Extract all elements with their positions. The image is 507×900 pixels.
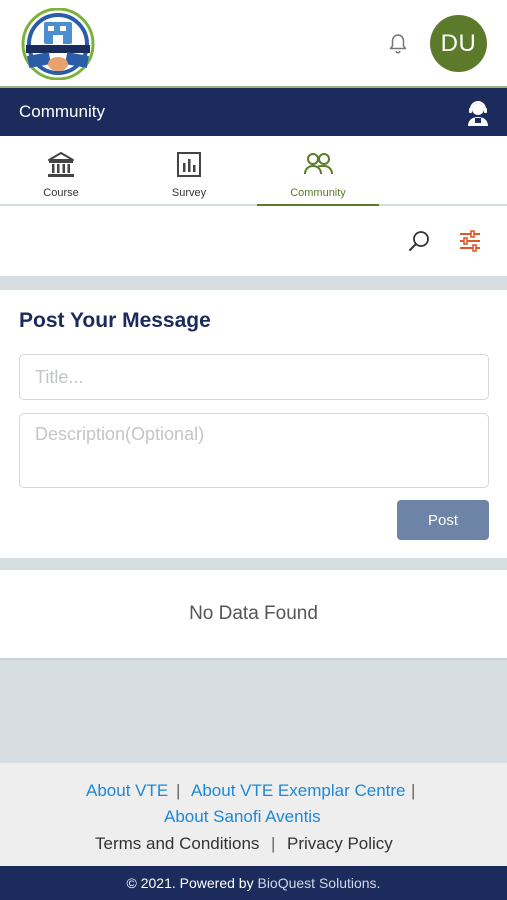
tab-course-label: Course [43,187,79,199]
tab-course[interactable]: Course [0,136,122,206]
sliders-icon[interactable] [458,230,482,252]
about-exemplar-link[interactable]: About VTE Exemplar Centre [191,781,405,801]
tab-survey[interactable]: Survey [128,136,250,206]
bank-icon [48,152,74,177]
page-title: Community [19,102,105,121]
tab-survey-label: Survey [171,187,207,199]
copyright-prefix: © 2021. Powered by [126,875,254,891]
copyright-text: © 2021. Powered by BioQuest Solutions. [0,875,507,891]
tab-community[interactable]: Community [257,136,379,206]
support-agent-icon[interactable] [466,100,490,126]
bar-chart-icon [177,152,201,177]
search-icon[interactable] [407,229,431,253]
copyright-bar: © 2021. Powered by BioQuest Solutions. [0,866,507,900]
user-avatar[interactable]: DU [430,15,487,72]
company-link[interactable]: BioQuest Solutions. [257,875,380,891]
post-heading: Post Your Message [19,309,211,332]
footer-separator: | [176,781,181,800]
post-button[interactable]: Post [397,500,489,540]
footer-separator: | [411,781,416,800]
description-input[interactable] [19,413,489,488]
app-header: DU [0,0,507,86]
section-divider [0,558,507,570]
terms-link[interactable]: Terms and Conditions [95,834,259,854]
title-input[interactable] [19,354,489,400]
post-message-card: Post Your Message Post [0,290,507,558]
footer-separator: | [271,834,276,853]
empty-state-text: No Data Found [189,603,318,624]
about-sanofi-link[interactable]: About Sanofi Aventis [164,807,321,827]
bell-icon[interactable] [386,32,410,56]
about-vte-link[interactable]: About VTE [86,781,168,801]
footer: About VTE | About VTE Exemplar Centre | … [0,763,507,866]
vte-safety-zone-logo[interactable] [20,8,96,80]
tab-community-label: Community [290,187,346,199]
privacy-link[interactable]: Privacy Policy [287,834,393,854]
feed-list: No Data Found [0,570,507,658]
tab-bar: Course Survey Community [0,136,507,206]
people-icon [304,153,333,175]
feed-toolbar [0,208,507,276]
page-title-bar: Community [0,86,507,136]
section-divider [0,276,507,290]
content-background [0,658,507,763]
